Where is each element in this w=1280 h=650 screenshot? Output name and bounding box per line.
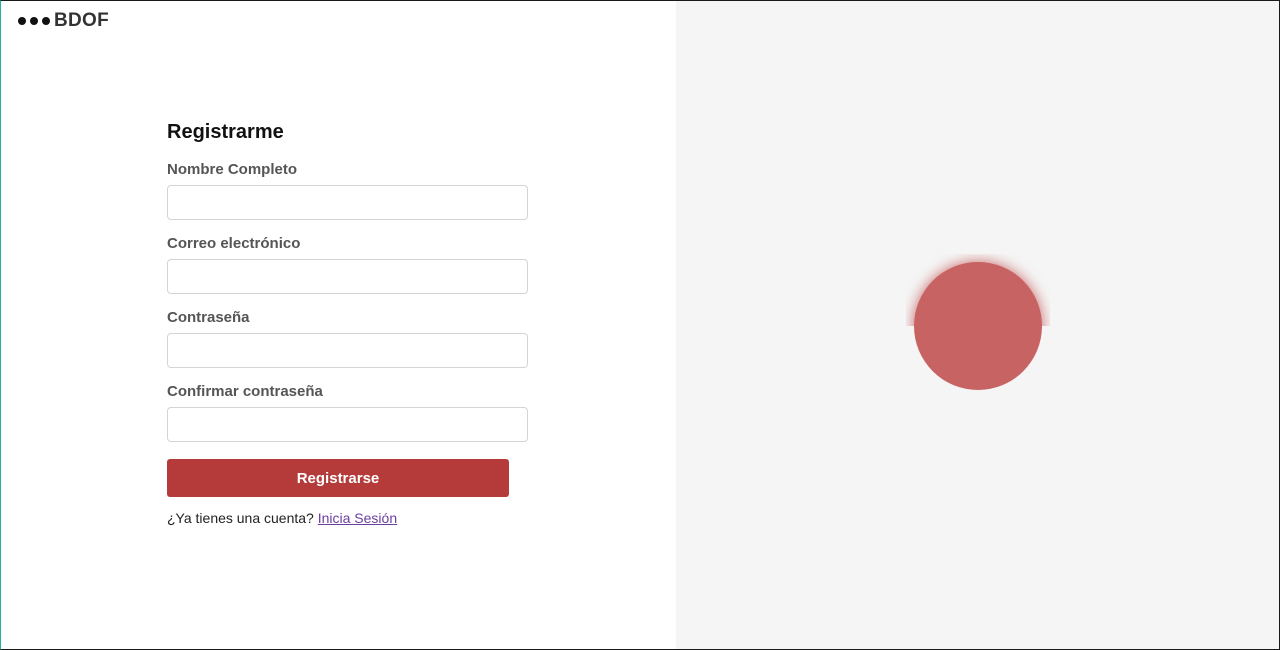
password-group: Contraseña [167,309,529,368]
full-name-label: Nombre Completo [167,161,298,178]
login-prompt-line: ¿Ya tienes una cuenta? Inicia Sesión [167,510,529,526]
email-label: Correo electrónico [167,235,301,252]
loading-spinner-icon [914,260,1042,390]
brand-name: BDOF [54,10,110,31]
three-dots-icon [18,17,50,25]
dot [18,17,26,25]
dot [30,17,38,25]
brand-logo[interactable]: BDOF [18,10,109,32]
password-input[interactable] [167,333,528,368]
email-input[interactable] [167,259,528,294]
full-name-input[interactable] [167,185,528,220]
register-button[interactable]: Registrarse [167,459,509,497]
confirm-password-group: Confirmar contraseña [167,383,529,442]
form-panel: BDOF Registrarme Nombre Completo Correo … [1,1,676,649]
password-label: Contraseña [167,309,250,326]
full-name-group: Nombre Completo [167,161,529,220]
register-form: Registrarme Nombre Completo Correo elect… [167,121,529,526]
login-link[interactable]: Inicia Sesión [318,510,397,526]
confirm-password-label: Confirmar contraseña [167,383,323,400]
login-prompt-text: ¿Ya tienes una cuenta? [167,510,314,526]
form-title: Registrarme [167,121,284,143]
dot [42,17,50,25]
confirm-password-input[interactable] [167,407,528,442]
loader-blur-trail [906,254,1050,326]
email-group: Correo electrónico [167,235,529,294]
illustration-panel [676,1,1279,649]
page: BDOF Registrarme Nombre Completo Correo … [0,0,1280,650]
